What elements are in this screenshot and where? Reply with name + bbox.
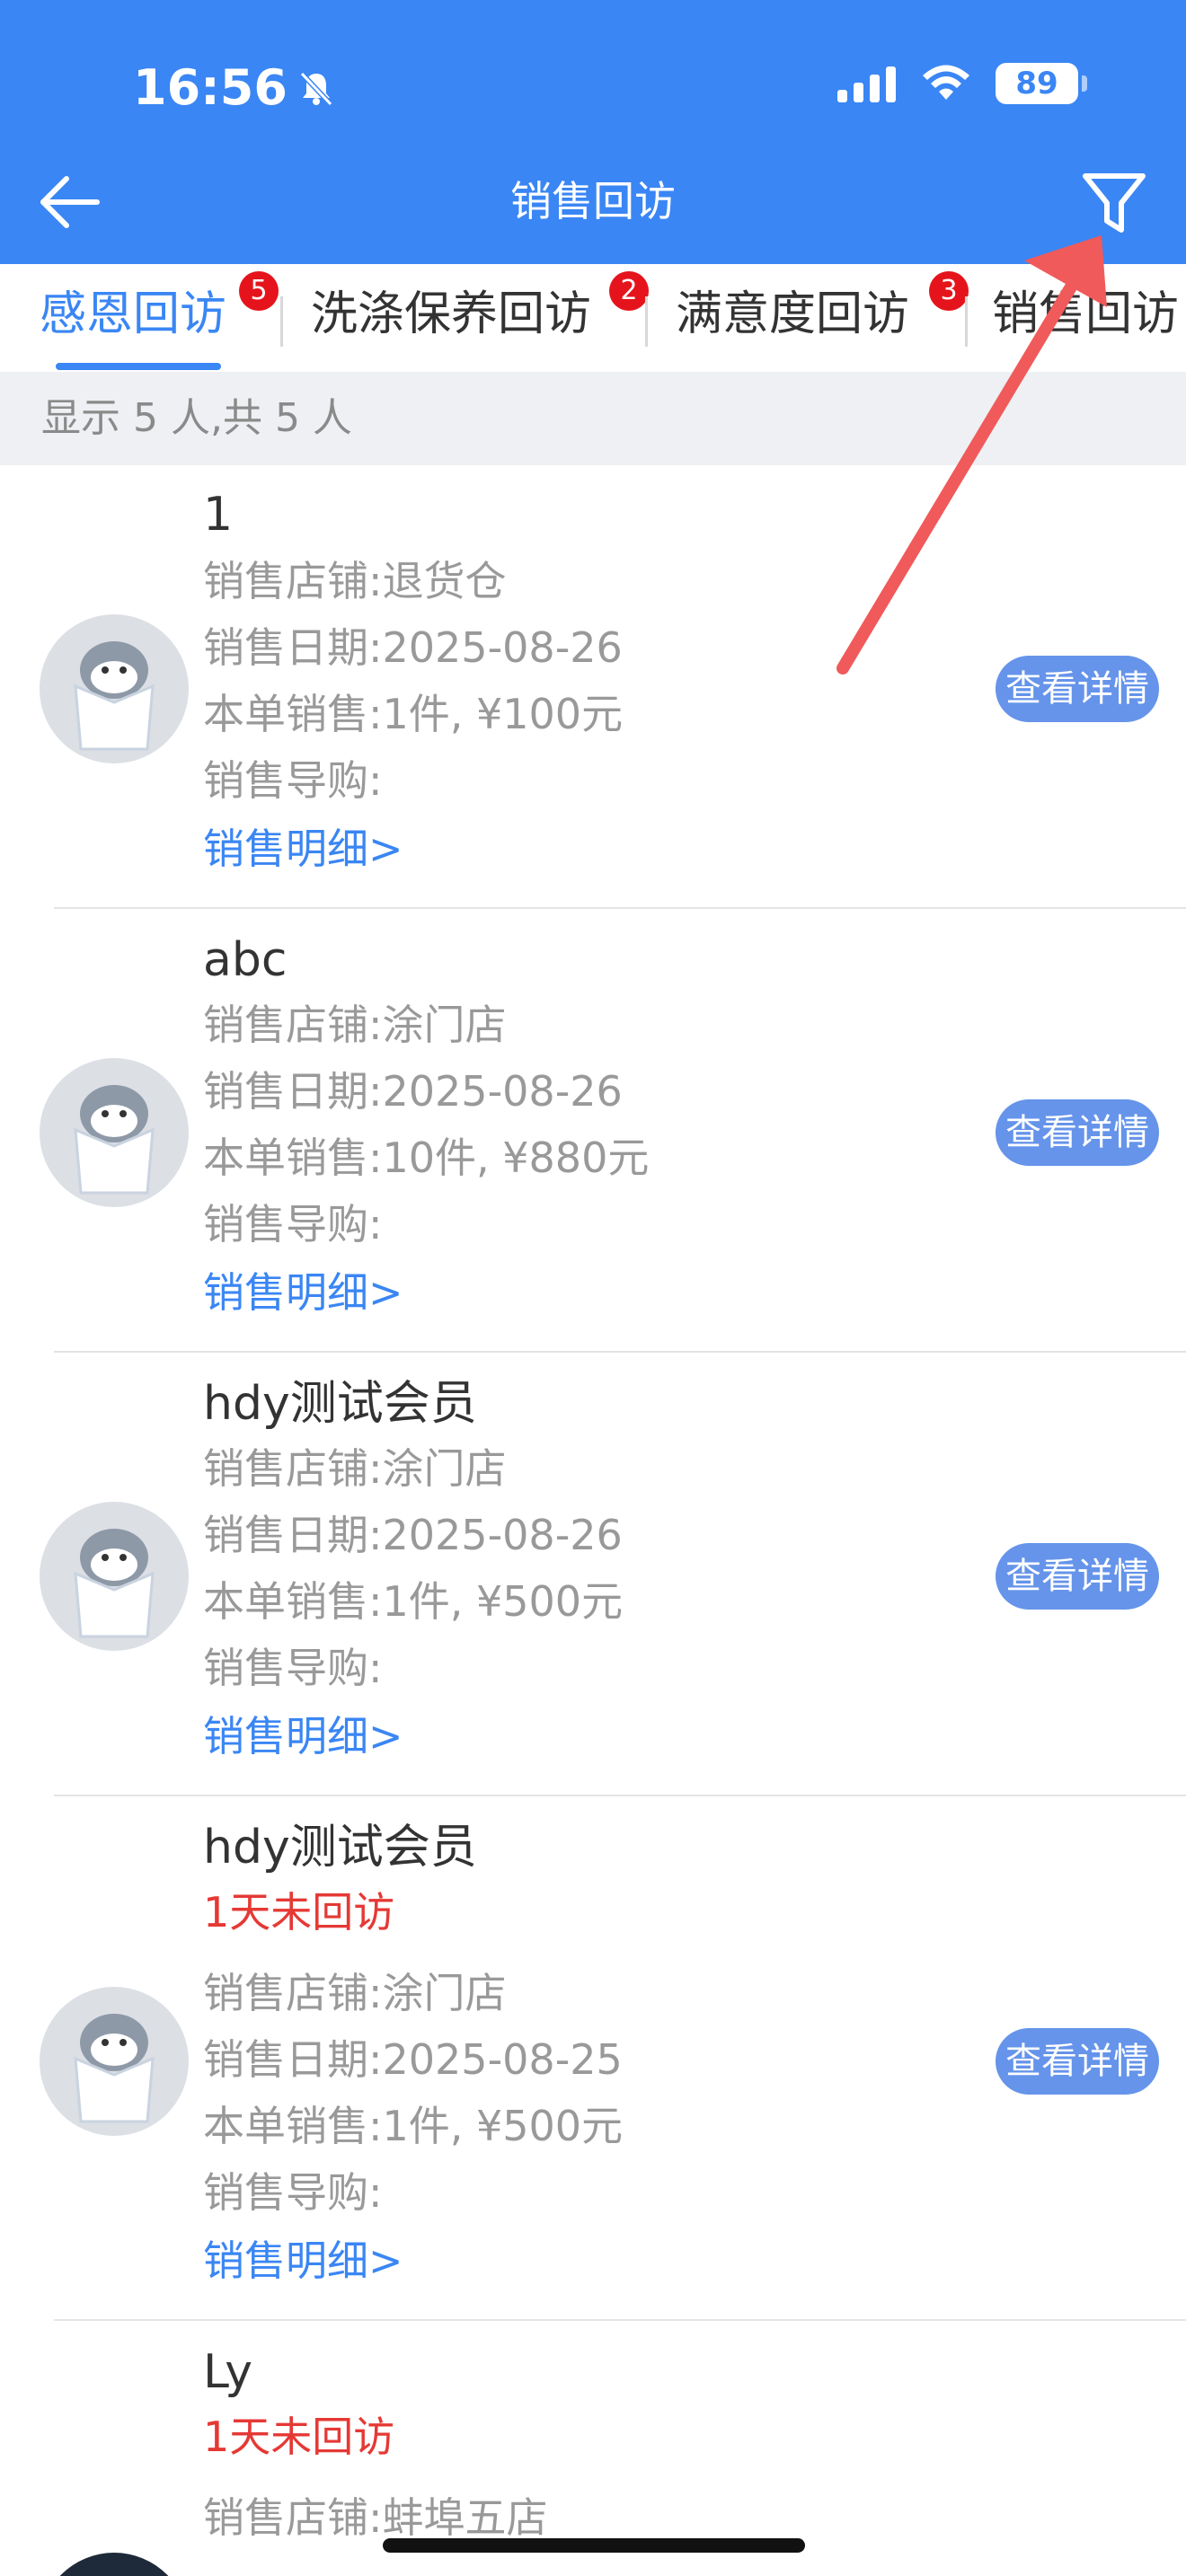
home-indicator[interactable]: [383, 2538, 805, 2553]
penguin-avatar-icon: [40, 1987, 189, 2136]
sale-summary: 本单销售:1件, ¥500元: [203, 1577, 624, 1626]
view-details-button[interactable]: 查看详情: [996, 1543, 1159, 1610]
customer-name: Ly: [203, 2345, 252, 2399]
penguin-avatar-icon: [40, 1058, 189, 1207]
avatar: [40, 2553, 189, 2576]
sales-store: 销售店铺:涂门店: [203, 1969, 507, 2017]
list-item: hdy测试会员 1天未回访 销售店铺:涂门店 销售日期:2025-08-25 本…: [0, 1796, 1186, 2321]
customer-name: hdy测试会员: [203, 1377, 477, 1431]
sales-store: 销售店铺:涂门店: [203, 1001, 507, 1049]
customer-name: hdy测试会员: [203, 1821, 477, 1875]
sales-store: 销售店铺:涂门店: [203, 1444, 507, 1493]
sales-guide: 销售导购:: [203, 1200, 383, 1248]
view-details-button[interactable]: 查看详情: [996, 2028, 1159, 2095]
sale-summary: 本单销售:1件, ¥500元: [203, 2102, 624, 2150]
annotation-arrow-icon: [836, 235, 1107, 675]
sales-detail-link[interactable]: 销售明细>: [203, 2231, 403, 2290]
avatar: [40, 1502, 189, 1651]
sales-guide: 销售导购:: [203, 2168, 383, 2217]
avatar: [40, 1058, 189, 1207]
view-details-button[interactable]: 查看详情: [996, 1099, 1159, 1166]
sales-detail-link[interactable]: 销售明细>: [203, 1707, 403, 1766]
list-item: abc 销售店铺:涂门店 销售日期:2025-08-26 本单销售:10件, ¥…: [0, 909, 1186, 1353]
sales-detail-link[interactable]: 销售明细>: [203, 819, 403, 878]
overdue-status: 1天未回访: [203, 1888, 395, 1936]
sales-date: 销售日期:2025-08-26: [203, 1511, 623, 1559]
avatar: [40, 1987, 189, 2136]
customer-name: abc: [203, 933, 288, 987]
sales-guide: 销售导购:: [203, 1644, 383, 1692]
list-item: hdy测试会员 销售店铺:涂门店 销售日期:2025-08-26 本单销售:1件…: [0, 1353, 1186, 1796]
sales-date: 销售日期:2025-08-25: [203, 2035, 623, 2084]
sales-guide: 销售导购:: [203, 756, 383, 805]
penguin-avatar-icon: [40, 1502, 189, 1651]
sales-date: 销售日期:2025-08-26: [203, 1067, 623, 1116]
sale-summary: 本单销售:10件, ¥880元: [203, 1134, 650, 1182]
overdue-status: 1天未回访: [203, 2413, 395, 2461]
sales-detail-link[interactable]: 销售明细>: [203, 1263, 403, 1322]
